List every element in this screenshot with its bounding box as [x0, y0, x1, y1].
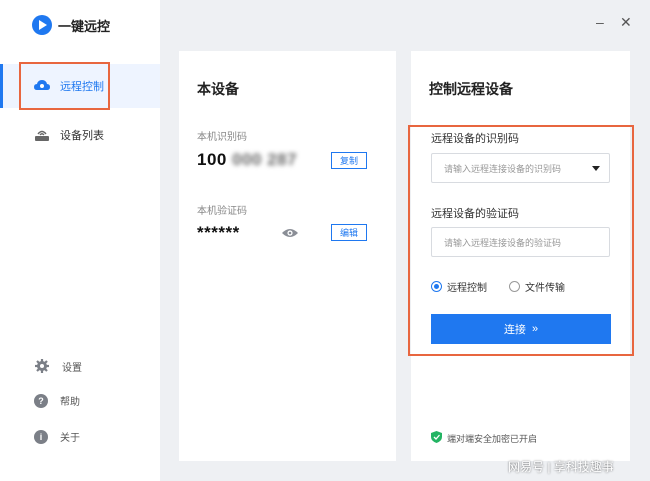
- this-device-title: 本设备: [197, 81, 239, 97]
- device-id-value: 100 000 287: [197, 150, 297, 170]
- minimize-button[interactable]: –: [596, 14, 604, 30]
- sidebar-item-label: 设备列表: [60, 130, 104, 142]
- encryption-status: 端对端安全加密已开启: [431, 431, 537, 445]
- eye-icon[interactable]: [282, 226, 298, 244]
- device-code-label: 本机验证码: [197, 206, 247, 217]
- watermark: 网易号 | 享科技趣事: [508, 460, 614, 474]
- sidebar-item-device-list[interactable]: 设备列表: [0, 113, 160, 157]
- this-device-card: 本设备 本机识别码 100 000 287 复制 本机验证码 ****** 编辑: [179, 51, 396, 461]
- sidebar-item-settings[interactable]: 设置: [34, 358, 82, 374]
- help-icon: ?: [34, 393, 48, 408]
- logo-icon: [32, 15, 52, 35]
- device-code-value: ******: [197, 223, 240, 242]
- device-id-label: 本机识别码: [197, 132, 247, 143]
- app-name: 一键远控: [58, 18, 111, 34]
- highlight-box-nav: [19, 62, 110, 110]
- gear-icon: [34, 358, 50, 374]
- copy-button[interactable]: 复制: [331, 152, 367, 169]
- settings-label: 设置: [62, 362, 82, 374]
- edit-button[interactable]: 编辑: [331, 224, 367, 241]
- about-label: 关于: [60, 433, 80, 444]
- close-button[interactable]: ✕: [620, 14, 632, 31]
- sidebar-item-help[interactable]: ? 帮助: [34, 393, 80, 408]
- app-logo: 一键远控: [32, 15, 110, 35]
- encryption-text: 端对端安全加密已开启: [447, 433, 538, 444]
- remote-device-title: 控制远程设备: [429, 81, 513, 97]
- device-id-prefix: 100: [197, 150, 227, 169]
- sidebar-item-about[interactable]: i 关于: [34, 429, 80, 444]
- sidebar: 一键远控 远程控制 设备列表 设置 ? 帮助 i 关于: [0, 0, 160, 481]
- info-icon: i: [34, 429, 48, 444]
- device-id-hidden: 000 287: [232, 150, 298, 169]
- device-list-icon: [34, 127, 50, 143]
- help-label: 帮助: [60, 397, 80, 408]
- shield-icon: [431, 431, 442, 445]
- highlight-box-remote: [408, 125, 634, 356]
